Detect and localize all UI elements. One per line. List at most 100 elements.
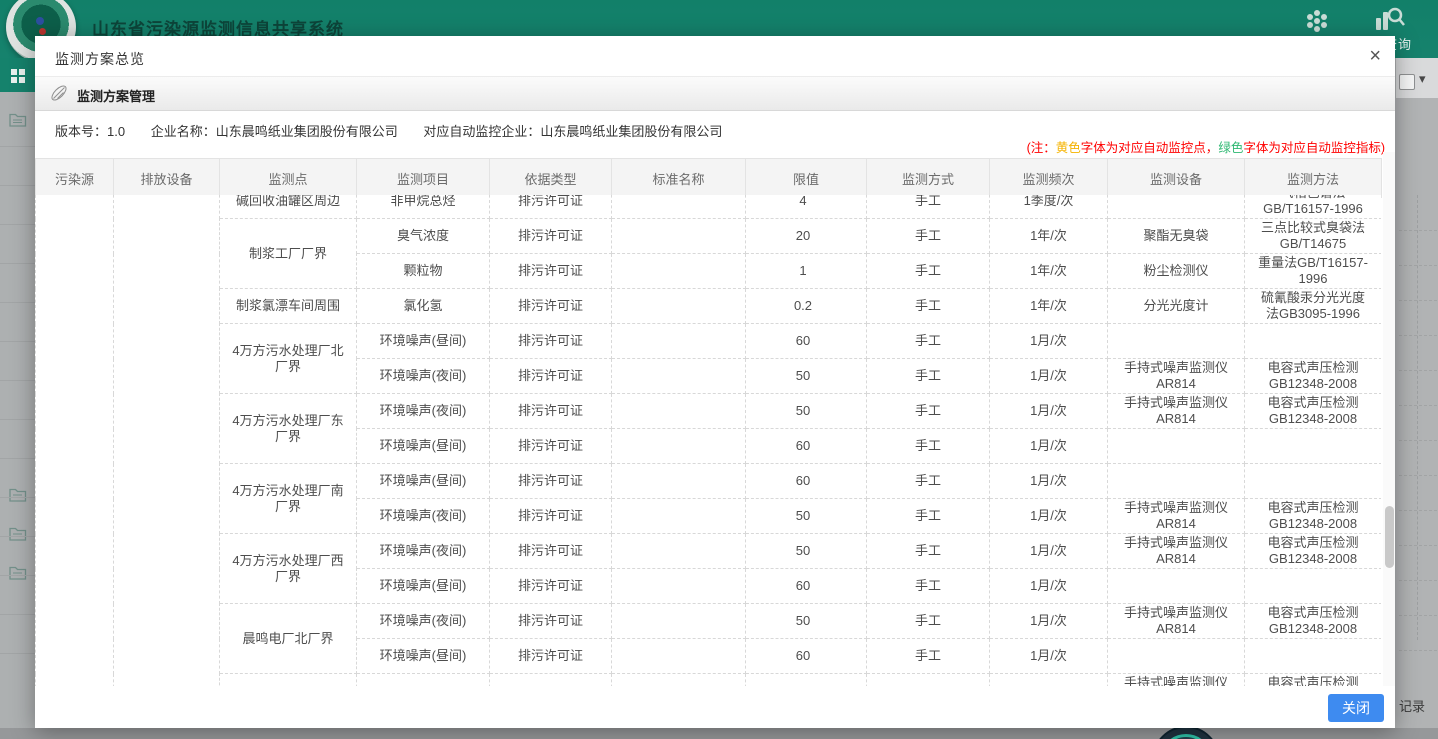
basis-type-cell: 排污许可证: [490, 639, 612, 674]
column-header-5: 标准名称: [612, 159, 746, 198]
section-title: 监测方案管理: [77, 86, 155, 105]
query-search-icon[interactable]: [1374, 5, 1406, 32]
limit-value-cell: 50: [746, 359, 867, 394]
close-icon[interactable]: ×: [1369, 44, 1381, 68]
plan-table-body: 碱回收油罐区周边非甲烷总烃排污许可证4手工1季度/次气相色谱法 GB/T1615…: [36, 195, 1382, 686]
standard-name-cell: [612, 534, 746, 569]
background-grid-line: [1399, 300, 1437, 301]
background-grid-line: [1417, 195, 1418, 640]
basis-type-cell: 排污许可证: [490, 534, 612, 569]
background-grid-line: [1399, 440, 1437, 441]
dropdown-caret-icon[interactable]: ▾: [1419, 71, 1426, 87]
monitor-device-cell: 手持式噪声监测仪 AR814: [1108, 499, 1245, 534]
basis-type-cell: 排污许可证: [490, 219, 612, 254]
background-grid-line: [1399, 545, 1437, 546]
monitor-mode-cell: 手工: [867, 219, 990, 254]
bottom-bar: [0, 728, 1438, 739]
monitor-method-cell: [1245, 429, 1382, 464]
monitor-mode-cell: 手工: [867, 289, 990, 324]
monitor-mode-cell: 手工: [867, 534, 990, 569]
monitor-device-cell: [1108, 324, 1245, 359]
column-header-6: 限值: [746, 159, 867, 198]
monitor-frequency-cell: 1月/次: [990, 324, 1108, 359]
company-label: 企业名称：: [151, 124, 216, 139]
plan-table-viewport[interactable]: 碱回收油罐区周边非甲烷总烃排污许可证4手工1季度/次气相色谱法 GB/T1615…: [35, 195, 1381, 686]
standard-name-cell: [612, 219, 746, 254]
standard-name-cell: [612, 289, 746, 324]
scrollbar-thumb[interactable]: [1385, 506, 1394, 568]
monitor-device-cell: 分光光度计: [1108, 289, 1245, 324]
monitor-device-cell: 聚酯无臭袋: [1108, 219, 1245, 254]
monitor-frequency-cell: 1月/次: [990, 569, 1108, 604]
monitor-method-cell: [1245, 324, 1382, 359]
monitor-frequency-cell: 1月/次: [990, 429, 1108, 464]
monitor-item-cell: 氯化氢: [357, 289, 490, 324]
sidebar-separator: [0, 341, 36, 342]
monitor-device-cell: [1108, 429, 1245, 464]
monitor-method-cell: 电容式声压检测 GB12348-2008: [1245, 534, 1382, 569]
apps-grid-icon[interactable]: [1304, 8, 1330, 34]
monitor-frequency-cell: 1年/次: [990, 254, 1108, 289]
monitor-frequency-cell: 1月/次: [990, 499, 1108, 534]
monitor-mode-cell: 手工: [867, 569, 990, 604]
monitor-item-cell: 环境噪声(夜间): [357, 394, 490, 429]
standard-name-cell: [612, 604, 746, 639]
standard-name-cell: [612, 324, 746, 359]
menu-grid-icon[interactable]: [0, 58, 36, 92]
background-grid-line: [1399, 335, 1437, 336]
basis-type-cell: 排污许可证: [490, 569, 612, 604]
limit-value-cell: 50: [746, 604, 867, 639]
monitor-device-cell: [1108, 569, 1245, 604]
monitor-mode-cell: 手工: [867, 394, 990, 429]
table-row: 碱回收油罐区周边非甲烷总烃排污许可证4手工1季度/次气相色谱法 GB/T1615…: [36, 195, 1382, 219]
basis-type-cell: 排污许可证: [490, 499, 612, 534]
table-row: 制浆氯漂车间周围氯化氢排污许可证0.2手工1年/次分光光度计硫氰酸汞分光光度 法…: [36, 289, 1382, 324]
plan-table-header: 污染源排放设备监测点监测项目依据类型标准名称限值监测方式监测频次监测设备监测方法: [35, 158, 1382, 198]
monitor-item-cell: 环境噪声(夜间): [357, 534, 490, 569]
limit-value-cell: 60: [746, 464, 867, 499]
table-row: 制浆工厂厂界臭气浓度排污许可证20手工1年/次聚酯无臭袋三点比较式臭袋法 GB/…: [36, 219, 1382, 254]
monitoring-plan-modal: 监测方案总览 × 监测方案管理 版本号：1.0 企业名称：山东晨鸣纸业集团股份有…: [35, 36, 1395, 728]
monitor-method-cell: [1245, 464, 1382, 499]
monitor-mode-cell: 手工: [867, 604, 990, 639]
sidebar-separator: [0, 185, 36, 186]
table-row: 4万方污水处理厂西厂界环境噪声(夜间)排污许可证50手工1月/次手持式噪声监测仪…: [36, 534, 1382, 569]
monitor-method-cell: 电容式声压检测 GB12348-2008: [1245, 359, 1382, 394]
monitor-point-cell: 4万方污水处理厂南厂界: [220, 464, 357, 534]
limit-value-cell: 60: [746, 639, 867, 674]
monitor-item-cell: 环境噪声(夜间): [357, 604, 490, 639]
monitor-mode-cell: 手工: [867, 359, 990, 394]
monitor-method-cell: 气相色谱法 GB/T16157-1996: [1245, 195, 1382, 219]
basis-type-cell: 排污许可证: [490, 464, 612, 499]
pen-icon: [49, 83, 69, 103]
scrollbar-track[interactable]: [1383, 152, 1395, 686]
limit-value-cell: 60: [746, 569, 867, 604]
sidebar-separator: [0, 302, 36, 303]
limit-value-cell: 60: [746, 324, 867, 359]
basis-type-cell: 排污许可证: [490, 359, 612, 394]
basis-type-cell: 排污许可证: [490, 394, 612, 429]
page-size-box[interactable]: [1399, 74, 1415, 90]
monitor-device-cell: [1108, 195, 1245, 219]
close-button[interactable]: 关闭: [1328, 694, 1384, 722]
modal-titlebar: 监测方案总览 ×: [35, 36, 1395, 77]
column-header-2: 监测点: [220, 159, 357, 198]
monitor-mode-cell: 手工: [867, 195, 990, 219]
monitor-frequency-cell: 1月/次: [990, 394, 1108, 429]
monitor-device-cell: 粉尘检测仪: [1108, 254, 1245, 289]
sidebar-separator: [0, 263, 36, 264]
sidebar-folder-icon[interactable]: [9, 112, 27, 132]
monitor-device-cell: 手持式噪声监测仪 AR814: [1108, 534, 1245, 569]
sidebar: [0, 58, 36, 728]
limit-value-cell: [746, 674, 867, 687]
monitor-item-cell: 环境噪声(夜间): [357, 499, 490, 534]
monitor-point-cell: 碱回收油罐区周边: [220, 195, 357, 219]
grid-glyph-icon: [11, 69, 17, 75]
monitor-method-cell: [1245, 569, 1382, 604]
monitor-point-cell: 制浆工厂厂界: [220, 219, 357, 289]
sidebar-separator: [0, 497, 36, 498]
note-middle: 字体为对应自动监控点，: [1081, 141, 1219, 155]
standard-name-cell: [612, 195, 746, 219]
sidebar-separator: [0, 380, 36, 381]
monitor-frequency-cell: 1季度/次: [990, 195, 1108, 219]
